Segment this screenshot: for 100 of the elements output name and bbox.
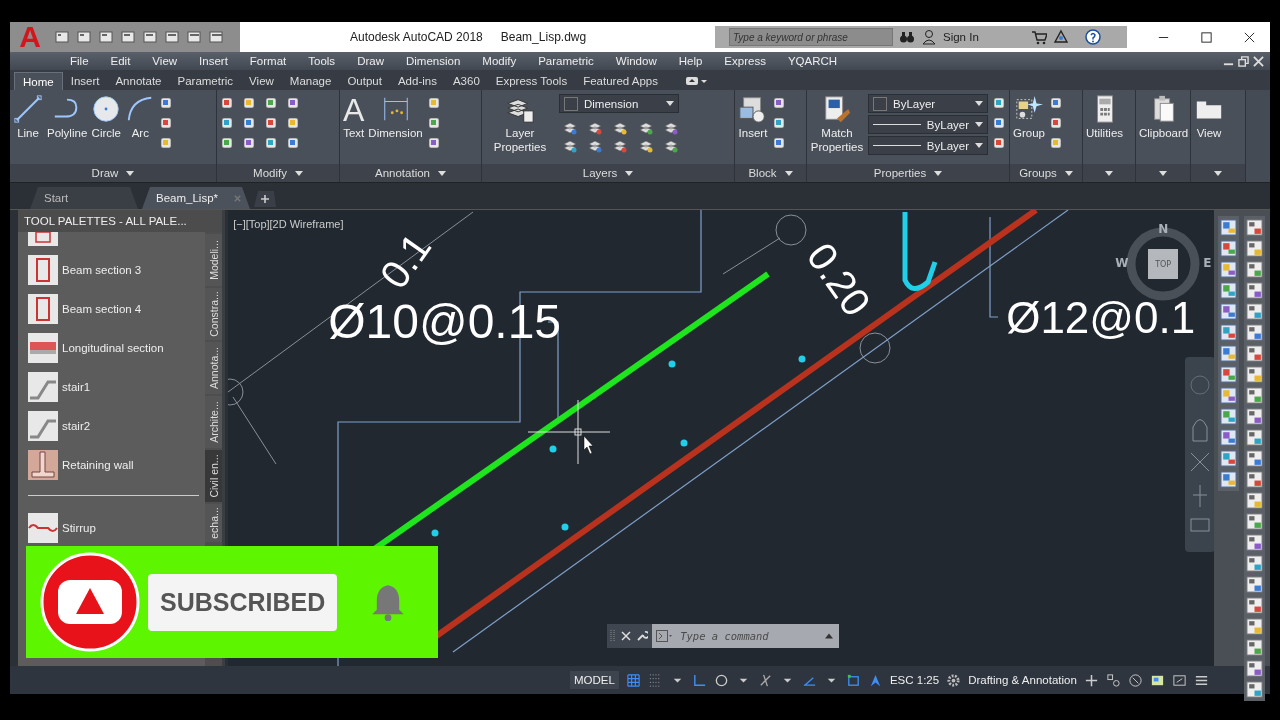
toolbar-icon[interactable] (1220, 261, 1238, 278)
file-tab[interactable]: Start (30, 187, 138, 209)
ribbon-tool-button[interactable]: Circle (91, 94, 122, 140)
panel-title[interactable]: Draw (91, 167, 119, 179)
tool-icon[interactable] (220, 136, 234, 150)
ribbon-tool-button[interactable]: Insert (738, 94, 768, 140)
menu-item[interactable]: File (60, 55, 101, 67)
toolbar-icon[interactable] (54, 29, 70, 45)
menu-item[interactable]: Dimension (395, 55, 473, 67)
toolbar-icon[interactable] (1220, 408, 1238, 425)
palette-item-icon[interactable] (28, 232, 58, 246)
toolbar-icon[interactable] (1246, 324, 1264, 341)
subscribe-button[interactable]: SUBSCRIBED (148, 573, 338, 631)
layer-tool-icon[interactable] (563, 139, 577, 153)
toolbar-icon[interactable] (1246, 282, 1264, 299)
toolbar-icon[interactable] (1246, 471, 1264, 488)
status-toggle-icon[interactable] (713, 672, 729, 688)
ribbon-tool-button[interactable]: Utilities (1086, 94, 1124, 140)
ribbon-tab[interactable]: View (241, 72, 282, 90)
palette-tab[interactable]: Modeli... (205, 234, 223, 286)
toolbar-icon[interactable] (1220, 219, 1238, 236)
gear-icon[interactable] (946, 672, 962, 688)
toolbar-icon[interactable] (1246, 639, 1264, 656)
tool-icon[interactable] (264, 136, 278, 150)
panel-title[interactable]: Modify (253, 167, 287, 179)
dropdown[interactable]: ByLayer (868, 94, 988, 113)
ribbon-tool-button[interactable]: Polyline (47, 94, 88, 140)
ribbon-tool-button[interactable]: Clipboard (1139, 94, 1189, 140)
ribbon-tab[interactable]: Featured Apps (575, 72, 666, 90)
tool-icon[interactable] (772, 116, 786, 130)
toolbar-icon[interactable] (1220, 366, 1238, 383)
ribbon-tool-button[interactable]: View (1194, 94, 1224, 140)
tool-icon[interactable] (426, 96, 441, 110)
palette-item[interactable]: stair2 (28, 411, 206, 441)
tool-icon[interactable] (159, 116, 174, 130)
palette-item[interactable]: Retaining wall (28, 450, 206, 480)
menu-item[interactable]: Modify (472, 55, 529, 67)
toolbar-icon[interactable] (76, 29, 92, 45)
dropdown[interactable]: ByLayer (868, 115, 988, 134)
caret-icon[interactable] (1159, 170, 1167, 176)
layer-tool-icon[interactable] (613, 139, 628, 153)
ribbon-tab[interactable]: Home (14, 72, 63, 90)
ribbon-tab[interactable]: A360 (444, 72, 488, 90)
toolbar-icon[interactable] (164, 29, 180, 45)
status-tool-icon[interactable] (1083, 672, 1099, 688)
tool-icon[interactable] (286, 96, 300, 110)
menu-item[interactable]: Insert (189, 55, 240, 67)
palette-tab[interactable]: Civil en... (205, 450, 223, 502)
close-icon[interactable] (1243, 30, 1256, 44)
tool-icon[interactable] (1048, 136, 1063, 150)
layer-tool-icon[interactable] (563, 121, 577, 135)
caret-icon[interactable] (126, 170, 135, 176)
tool-icon[interactable] (1048, 116, 1063, 130)
status-tool-icon[interactable] (1127, 672, 1143, 688)
toolbar-icon[interactable] (1246, 681, 1264, 698)
status-tool-icon[interactable] (1105, 672, 1121, 688)
tool-icon[interactable] (220, 96, 234, 110)
tool-icon[interactable] (159, 136, 174, 150)
menu-item[interactable]: Edit (100, 55, 143, 67)
toolbar-icon[interactable] (1246, 534, 1264, 551)
menu-item[interactable]: Window (605, 55, 669, 67)
status-toggle-icon[interactable] (691, 672, 707, 688)
ribbon-tab[interactable]: Express Tools (487, 72, 576, 90)
toolbar-icon[interactable] (1246, 618, 1264, 635)
workspace-dropdown[interactable]: Drafting & Annotation (968, 674, 1077, 686)
menu-item[interactable]: Tools (298, 55, 348, 67)
layer-tool-icon[interactable] (638, 139, 653, 153)
toolbar-icon[interactable] (1246, 513, 1264, 530)
tool-icon[interactable] (1048, 96, 1063, 110)
toolbar-icon[interactable] (1246, 408, 1264, 425)
tool-icon[interactable] (772, 96, 786, 110)
layer-tool-icon[interactable] (613, 121, 628, 135)
toolbar-icon[interactable] (1246, 240, 1264, 257)
layer-tool-icon[interactable] (588, 121, 603, 135)
toolbar-icon[interactable] (1246, 660, 1264, 677)
caret-icon[interactable] (1064, 170, 1073, 176)
ribbon-tab[interactable]: Insert (62, 72, 108, 90)
toolbar-icon[interactable] (1220, 450, 1238, 467)
file-tab[interactable]: Beam_Lisp* (142, 187, 250, 209)
caret-icon[interactable] (934, 170, 943, 176)
bell-icon[interactable] (371, 583, 406, 621)
tool-icon[interactable] (992, 116, 1006, 130)
toolbar-icon[interactable] (1220, 387, 1238, 404)
status-toggle-icon[interactable] (845, 672, 861, 688)
search-field[interactable]: Type a keyword or phrase (729, 28, 893, 46)
viewport-label[interactable]: [−][Top][2D Wireframe] (233, 218, 344, 230)
tool-icon[interactable] (426, 116, 441, 130)
tool-icon[interactable] (426, 136, 441, 150)
toolbar-icon[interactable] (1246, 555, 1264, 572)
ribbon-tool-button[interactable]: Match Properties (810, 94, 864, 154)
caret-icon[interactable] (819, 624, 840, 648)
caret-icon[interactable] (438, 170, 446, 176)
toolbar-icon[interactable] (1220, 429, 1238, 446)
layer-tool-icon[interactable] (663, 121, 678, 135)
palette-item[interactable]: Longitudinal section (28, 333, 206, 363)
ribbon-tool-button[interactable]: Arc (125, 94, 156, 140)
menu-item[interactable]: Draw (347, 55, 396, 67)
status-toggle-icon[interactable] (625, 672, 641, 688)
maximize-icon[interactable] (1200, 30, 1213, 44)
prompt-icon[interactable] (652, 624, 677, 648)
